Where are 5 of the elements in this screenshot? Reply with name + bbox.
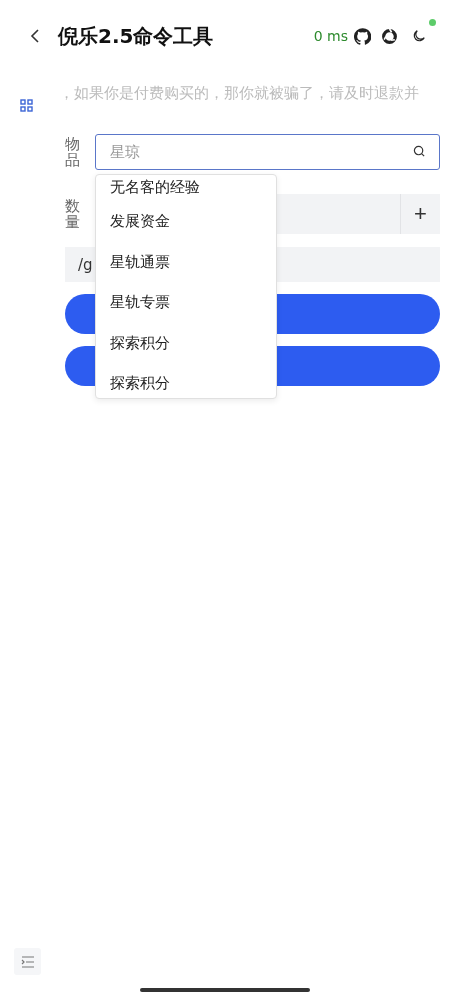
quantity-label: 数量 xyxy=(65,197,80,231)
notice-text: ，如果你是付费购买的，那你就被骗了，请及时退款并 xyxy=(59,83,419,103)
latency-label: 0 ms xyxy=(313,28,348,44)
item-label: 物品 xyxy=(65,135,80,169)
page-title: 倪乐2.5命令工具 xyxy=(58,22,215,50)
